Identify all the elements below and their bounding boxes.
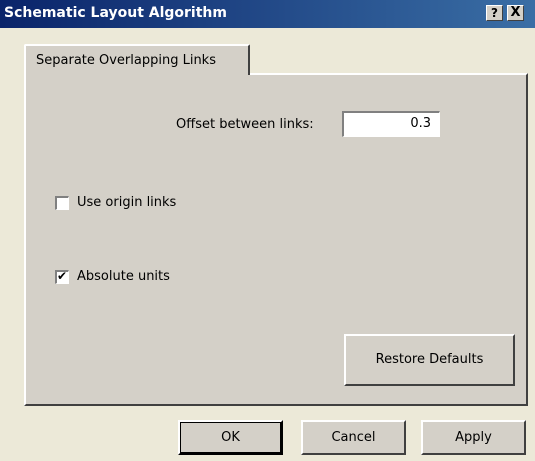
- window-title: Schematic Layout Algorithm: [4, 5, 227, 21]
- help-icon: ?: [491, 6, 498, 20]
- use-origin-links-checkbox[interactable]: [55, 196, 69, 210]
- use-origin-links-label[interactable]: Use origin links: [77, 195, 176, 210]
- absolute-units-label[interactable]: Absolute units: [77, 269, 170, 284]
- close-button[interactable]: X: [507, 5, 524, 21]
- offset-input[interactable]: 0.3: [342, 111, 440, 137]
- absolute-units-checkbox[interactable]: ✔: [55, 269, 69, 284]
- ok-button[interactable]: OK: [178, 420, 283, 455]
- checkmark-icon: ✔: [57, 269, 68, 283]
- restore-defaults-button[interactable]: Restore Defaults: [344, 334, 515, 386]
- tab-separate-overlapping-links[interactable]: Separate Overlapping Links: [24, 44, 250, 75]
- tab-label: Separate Overlapping Links: [36, 53, 216, 68]
- help-button[interactable]: ?: [486, 5, 503, 21]
- title-bar: Schematic Layout Algorithm ? X: [0, 0, 535, 28]
- close-icon: X: [510, 5, 521, 20]
- offset-label: Offset between links:: [176, 117, 314, 132]
- apply-button[interactable]: Apply: [421, 420, 526, 455]
- cancel-button[interactable]: Cancel: [301, 420, 406, 455]
